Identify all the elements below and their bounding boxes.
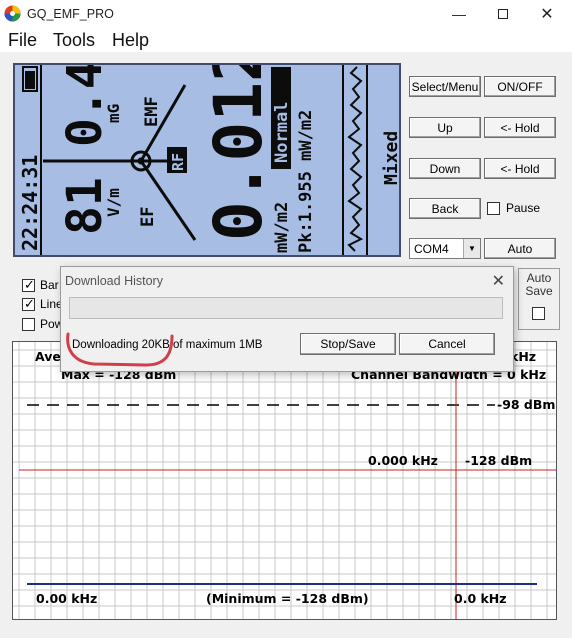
- menu-help[interactable]: Help: [112, 30, 149, 51]
- bar-checkbox[interactable]: [22, 277, 35, 293]
- annotation-underline-mark: [66, 332, 174, 367]
- menu-bar: File Tools Help: [0, 28, 572, 52]
- dialog-title: Download History: [65, 274, 163, 288]
- back-button[interactable]: Back: [409, 198, 481, 219]
- reference-dbm-label: -98 dBm: [497, 397, 556, 412]
- lcd-display: 22:24:31 81 V/m EF 0.4 mG EMF RF 0.012 m…: [13, 63, 401, 257]
- lcd-rf-value: 0.012: [200, 65, 277, 241]
- x-axis-start-label: 0.00 kHz: [36, 591, 98, 606]
- auto-save-label-2: Save: [525, 284, 553, 298]
- menu-file[interactable]: File: [8, 30, 37, 51]
- minimum-label: (Minimum = -128 dBm): [206, 591, 369, 606]
- maximize-button[interactable]: [481, 2, 525, 26]
- hold-button-1[interactable]: <- Hold: [484, 117, 556, 138]
- com-port-select[interactable]: COM4 ▼: [409, 238, 481, 259]
- up-button[interactable]: Up: [409, 117, 481, 138]
- pow-checkbox[interactable]: [22, 318, 35, 331]
- chevron-down-icon: ▼: [463, 239, 480, 258]
- lcd-peak: Pk:1.955 mW/m2: [296, 110, 316, 253]
- lcd-waveform: [347, 66, 364, 252]
- marker-frequency-label: 0.000 kHz: [368, 453, 438, 468]
- lcd-time: 22:24:31: [18, 155, 42, 251]
- minimize-icon: —: [452, 6, 466, 22]
- app-icon: [4, 5, 21, 22]
- line-checkbox[interactable]: [22, 296, 35, 312]
- marker-dbm-label: -128 dBm: [465, 453, 533, 468]
- lcd-emf-unit: mG: [104, 104, 123, 123]
- minimize-button[interactable]: —: [437, 2, 481, 26]
- lcd-ef-label: EF: [138, 207, 158, 227]
- on-off-button[interactable]: ON/OFF: [484, 76, 556, 97]
- hold-button-2[interactable]: <- Hold: [484, 158, 556, 179]
- lcd-emf-label: EMF: [142, 96, 162, 127]
- spectrum-chart: Aver kHz Max = -128 dBm Channel Bandwidt…: [12, 341, 557, 620]
- download-progress-bar: [69, 297, 503, 319]
- pause-checkbox[interactable]: [487, 202, 500, 215]
- lcd-rf-unit: mW/m2: [272, 202, 292, 253]
- stop-save-button[interactable]: Stop/Save: [300, 333, 396, 355]
- select-menu-button[interactable]: Select/Menu: [409, 76, 481, 97]
- lcd-mixed: Mixed: [381, 131, 399, 185]
- close-icon: ✕: [540, 6, 554, 23]
- window-title: GQ_EMF_PRO: [27, 7, 114, 21]
- auto-save-checkbox[interactable]: [532, 307, 545, 320]
- menu-tools[interactable]: Tools: [53, 30, 95, 51]
- x-axis-end-label: 0.0 kHz: [454, 591, 507, 606]
- chart-grid: [13, 342, 556, 619]
- bar-option-label: Bar: [40, 278, 59, 292]
- battery-level: [25, 71, 35, 89]
- pause-label: Pause: [506, 201, 541, 215]
- cancel-button[interactable]: Cancel: [399, 333, 495, 355]
- title-bar: GQ_EMF_PRO — ✕: [0, 0, 572, 28]
- down-button[interactable]: Down: [409, 158, 481, 179]
- close-button[interactable]: ✕: [525, 2, 569, 26]
- auto-button[interactable]: Auto: [484, 238, 556, 259]
- close-icon[interactable]: ✕: [492, 271, 505, 291]
- lcd-rf-label: RF: [169, 153, 187, 171]
- com-port-value: COM4: [414, 242, 449, 256]
- maximize-icon: [498, 9, 508, 19]
- auto-save-group: Auto Save: [518, 268, 560, 330]
- lcd-ef-unit: V/m: [104, 188, 123, 217]
- lcd-mode: Normal: [272, 102, 292, 163]
